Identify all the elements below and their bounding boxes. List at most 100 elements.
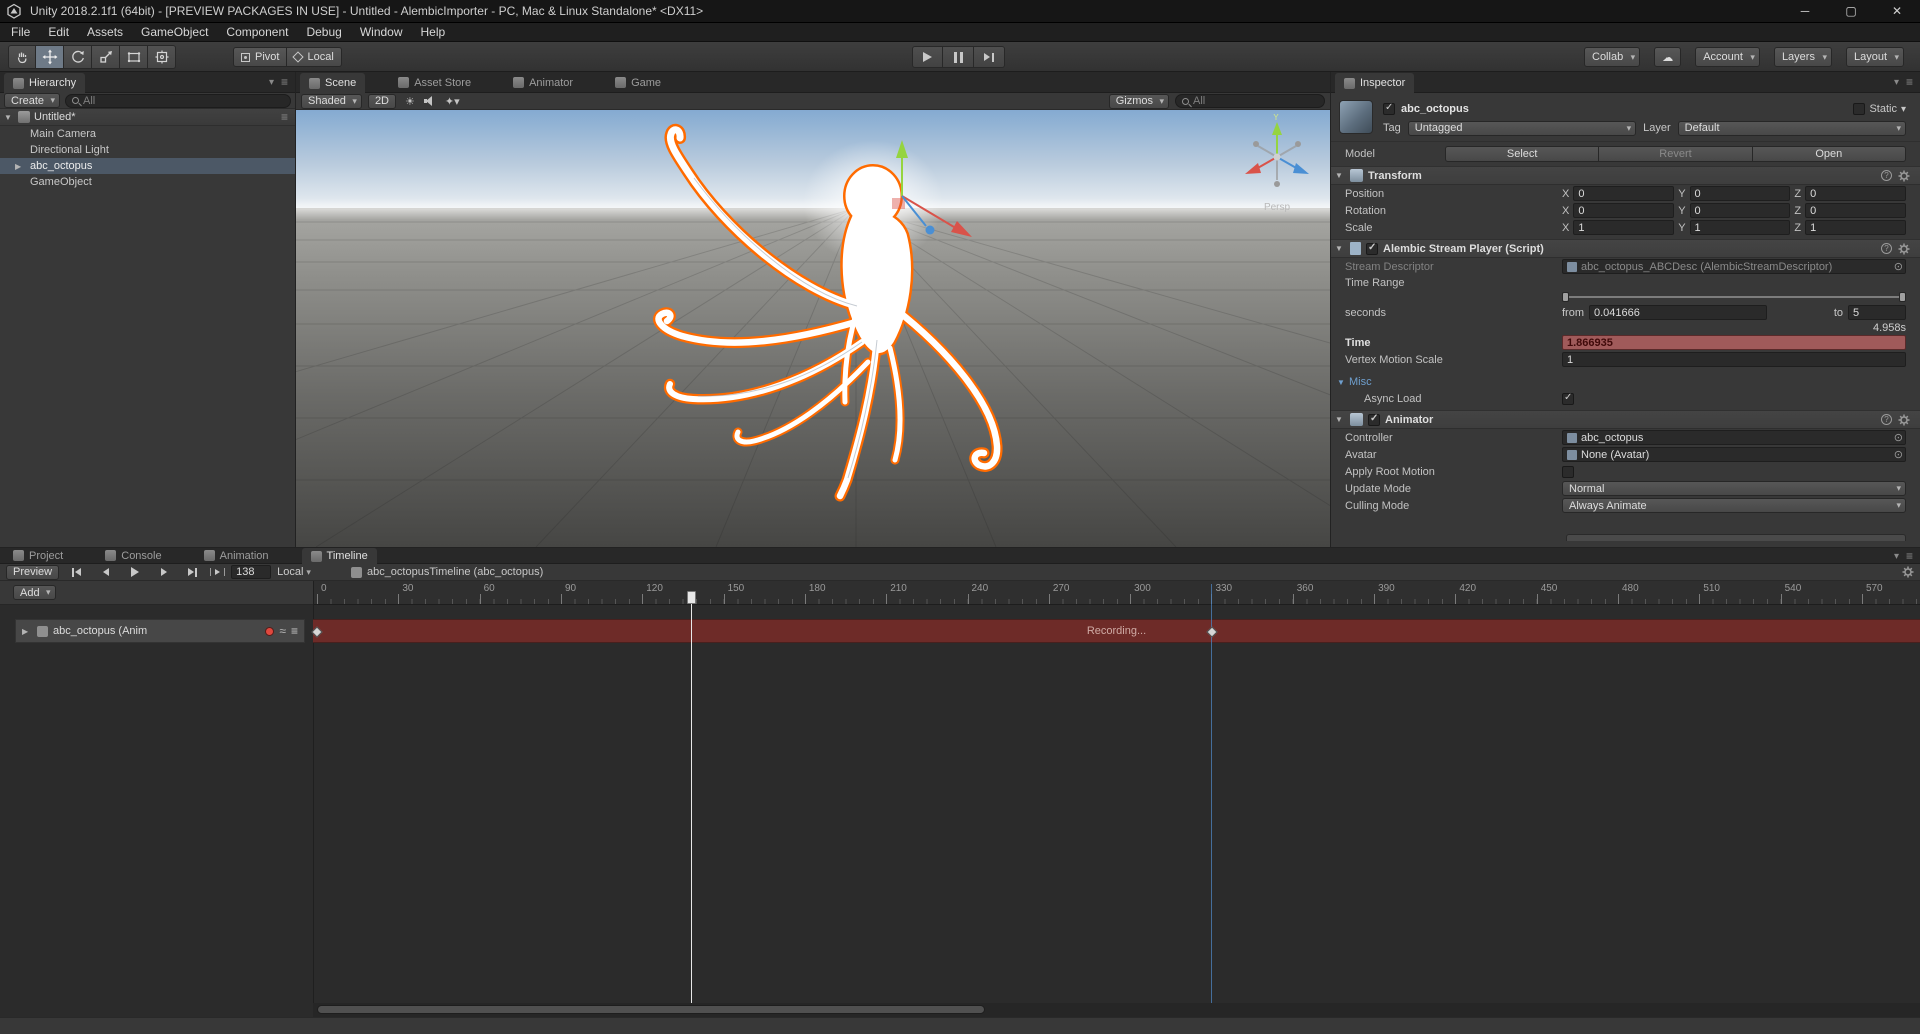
- y-field[interactable]: 0: [1690, 186, 1791, 201]
- menu-item[interactable]: Debug: [297, 25, 350, 39]
- gizmos-dropdown[interactable]: Gizmos: [1109, 94, 1169, 109]
- gameobject-thumbnail[interactable]: [1339, 100, 1373, 134]
- play-button[interactable]: [912, 46, 943, 68]
- current-frame-field[interactable]: 138: [231, 565, 271, 579]
- projection-label[interactable]: Persp: [1232, 202, 1322, 213]
- tab[interactable]: Game: [606, 73, 670, 92]
- scene-orientation-gizmo[interactable]: Y: [1232, 114, 1322, 204]
- avatar-field[interactable]: None (Avatar): [1562, 447, 1906, 462]
- scene-search-input[interactable]: All: [1175, 94, 1325, 108]
- foldout-icon[interactable]: [4, 113, 14, 122]
- slider-max-handle[interactable]: [1899, 292, 1906, 302]
- async-load-checkbox[interactable]: [1562, 393, 1574, 405]
- scrollbar-thumb[interactable]: [317, 1005, 985, 1014]
- gameobject-name[interactable]: abc_octopus: [1401, 103, 1469, 115]
- gear-icon[interactable]: [1898, 243, 1910, 255]
- goto-end-button[interactable]: [181, 565, 204, 580]
- model-button[interactable]: Open: [1753, 146, 1906, 162]
- active-checkbox[interactable]: [1383, 103, 1395, 115]
- transform-tool-button[interactable]: [148, 45, 176, 69]
- add-track-dropdown[interactable]: Add: [13, 585, 56, 600]
- layer-dropdown[interactable]: Default: [1678, 121, 1906, 136]
- transform-component-header[interactable]: Transform: [1331, 166, 1920, 185]
- model-button[interactable]: Select: [1445, 146, 1599, 162]
- collab-dropdown[interactable]: Collab: [1584, 47, 1640, 67]
- menu-item[interactable]: Edit: [39, 25, 78, 39]
- pause-button[interactable]: [943, 46, 974, 68]
- tab-hierarchy[interactable]: Hierarchy: [4, 73, 85, 93]
- cloud-services-button[interactable]: ☁: [1654, 47, 1681, 67]
- timeline-local-dropdown[interactable]: Local: [277, 566, 311, 578]
- record-toggle-icon[interactable]: [265, 627, 274, 636]
- foldout-icon[interactable]: [1337, 378, 1347, 387]
- tab[interactable]: Project: [4, 548, 72, 563]
- timeline-breadcrumb[interactable]: abc_octopusTimeline (abc_octopus): [351, 566, 543, 578]
- time-field-recording[interactable]: 1.866935: [1562, 335, 1906, 350]
- local-toggle-button[interactable]: Local: [287, 47, 341, 67]
- layers-dropdown[interactable]: Layers: [1774, 47, 1832, 67]
- goto-start-button[interactable]: [65, 565, 88, 580]
- close-button[interactable]: ✕: [1874, 0, 1920, 22]
- pivot-toggle-button[interactable]: Pivot: [233, 47, 287, 67]
- step-button[interactable]: [974, 46, 1005, 68]
- tab[interactable]: Scene: [300, 73, 365, 93]
- controller-field[interactable]: abc_octopus: [1562, 430, 1906, 445]
- x-field[interactable]: 1: [1573, 220, 1674, 235]
- menu-item[interactable]: Help: [412, 25, 455, 39]
- gizmo-z-handle[interactable]: [926, 226, 935, 235]
- vertex-motion-scale-field[interactable]: 1: [1562, 352, 1906, 367]
- tab-inspector[interactable]: Inspector: [1335, 73, 1414, 93]
- curves-toggle-icon[interactable]: [279, 624, 286, 638]
- timeline-ruler[interactable]: 0306090120150180210240270300330360390420…: [313, 581, 1920, 605]
- x-field[interactable]: 0: [1573, 203, 1674, 218]
- scale-tool-button[interactable]: [92, 45, 120, 69]
- menu-item[interactable]: Window: [351, 25, 412, 39]
- y-field[interactable]: 1: [1690, 220, 1791, 235]
- shading-mode-dropdown[interactable]: Shaded: [301, 94, 362, 109]
- next-frame-button[interactable]: [152, 565, 175, 580]
- z-field[interactable]: 0: [1805, 203, 1906, 218]
- hierarchy-item[interactable]: Main Camera: [0, 126, 295, 142]
- gizmo-plane-handle[interactable]: [892, 198, 905, 209]
- y-field[interactable]: 0: [1690, 203, 1791, 218]
- timeline-settings-gear-icon[interactable]: [1902, 566, 1914, 578]
- account-dropdown[interactable]: Account: [1695, 47, 1760, 67]
- previous-frame-button[interactable]: [94, 565, 117, 580]
- preview-toggle-button[interactable]: Preview: [6, 565, 59, 580]
- horizontal-scrollbar[interactable]: [313, 1003, 1920, 1017]
- foldout-icon[interactable]: [22, 627, 32, 636]
- timeline-play-button[interactable]: [123, 565, 146, 580]
- hierarchy-item[interactable]: Directional Light: [0, 142, 295, 158]
- maximize-button[interactable]: ▢: [1828, 0, 1874, 22]
- z-field[interactable]: 0: [1805, 186, 1906, 201]
- culling-mode-dropdown[interactable]: Always Animate: [1562, 498, 1906, 513]
- dock-caret-icon[interactable]: [1894, 550, 1899, 562]
- rotate-tool-button[interactable]: [64, 45, 92, 69]
- update-mode-dropdown[interactable]: Normal: [1562, 481, 1906, 496]
- misc-foldout[interactable]: Misc: [1331, 374, 1920, 390]
- z-field[interactable]: 1: [1805, 220, 1906, 235]
- gizmo-x-arrow[interactable]: [951, 221, 972, 237]
- menu-item[interactable]: GameObject: [132, 25, 217, 39]
- tab[interactable]: Console: [96, 548, 170, 563]
- x-field[interactable]: 0: [1573, 186, 1674, 201]
- layout-dropdown[interactable]: Layout: [1846, 47, 1904, 67]
- tag-dropdown[interactable]: Untagged: [1408, 121, 1636, 136]
- axis-y-cone[interactable]: [1272, 122, 1282, 135]
- tab[interactable]: Animation: [195, 548, 278, 563]
- track-menu-icon[interactable]: [291, 624, 298, 638]
- help-icon[interactable]: [1881, 170, 1892, 181]
- alembic-component-header[interactable]: Alembic Stream Player (Script): [1331, 239, 1920, 258]
- tab[interactable]: Asset Store: [389, 73, 480, 92]
- rect-tool-button[interactable]: [120, 45, 148, 69]
- gear-icon[interactable]: [1898, 414, 1910, 426]
- help-icon[interactable]: [1881, 414, 1892, 425]
- slider-min-handle[interactable]: [1562, 292, 1569, 302]
- component-enabled-checkbox[interactable]: [1368, 414, 1380, 426]
- static-dropdown-icon[interactable]: [1901, 103, 1906, 115]
- apply-root-motion-checkbox[interactable]: [1562, 466, 1574, 478]
- gear-icon[interactable]: [1898, 170, 1910, 182]
- foldout-icon[interactable]: [1335, 415, 1345, 424]
- 2d-toggle-button[interactable]: 2D: [368, 94, 396, 109]
- axis-center[interactable]: [1274, 154, 1281, 161]
